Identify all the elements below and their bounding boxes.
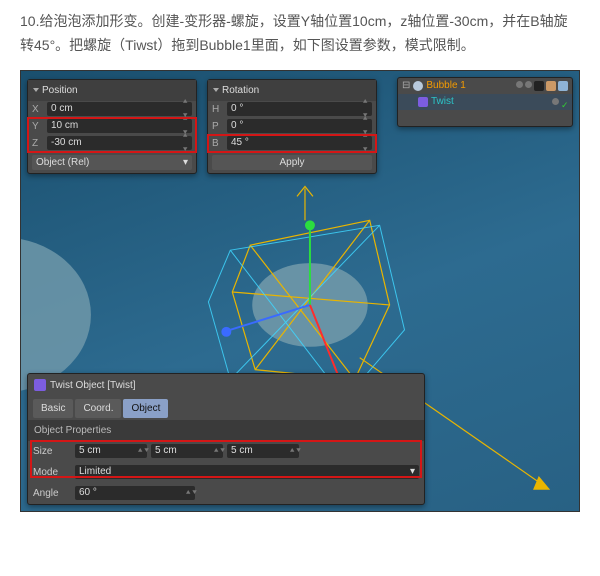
tag-icon[interactable] [558,81,568,91]
apply-button[interactable]: Apply [212,155,372,170]
h-label: H [212,101,224,118]
panel-title: Twist Object [Twist] [50,377,136,394]
rot-h-field[interactable]: 0 °⯅⯆ [227,102,372,116]
rotation-panel: Rotation H0 °⯅⯆ P0 °⯅⯆ B45 °⯅⯆ Apply [207,79,377,174]
twist-attributes-panel: Twist Object [Twist] Basic Coord. Object… [27,373,425,505]
size-x-field[interactable]: 5 cm⯅⯆ [75,444,147,458]
hierarchy-collapse-icon[interactable]: ⊟ [402,77,410,94]
section-header: Object Properties [28,420,424,441]
y-label: Y [32,118,44,135]
layer-dot-icon[interactable] [525,81,532,88]
b-label: B [212,135,224,152]
layer-dot-icon[interactable] [552,98,559,105]
rot-p-field[interactable]: 0 °⯅⯆ [227,119,372,133]
chevron-down-icon: ▾ [410,465,415,479]
spinner-icon[interactable]: ⯅⯆ [182,129,188,157]
angle-label: Angle [33,485,71,502]
frame-dropdown[interactable]: Object (Rel)▾ [32,155,192,170]
layer-dot-icon[interactable] [516,81,523,88]
collapse-icon[interactable] [33,88,39,92]
tab-coord[interactable]: Coord. [75,399,121,418]
twist-header: Twist Object [Twist] [28,374,424,397]
tag-icon[interactable] [534,81,544,91]
om-row-twist[interactable]: Twist ✓ [398,94,572,110]
tag-icon[interactable] [546,81,556,91]
position-title: Position [42,82,78,99]
collapse-icon[interactable] [213,88,219,92]
mode-label: Mode [33,464,71,481]
z-label: Z [32,135,44,152]
object-manager: ⊟ Bubble 1 Twist ✓ [397,77,573,127]
pos-z-field[interactable]: -30 cm⯅⯆ [47,136,192,150]
om-item-label: Twist [431,93,454,110]
spinner-icon[interactable]: ⯅⯆ [362,129,368,157]
x-label: X [32,101,44,118]
tab-basic[interactable]: Basic [33,399,73,418]
size-y-field[interactable]: 5 cm⯅⯆ [151,444,223,458]
instruction-text: 10.给泡泡添加形变。创建-变形器-螺旋，设置Y轴位置10cm，z轴位置-30c… [20,10,580,58]
deformer-icon [418,97,428,107]
om-row-bubble1[interactable]: ⊟ Bubble 1 [398,78,572,94]
tab-object[interactable]: Object [123,399,168,418]
size-label: Size [33,443,71,460]
mode-dropdown[interactable]: Limited▾ [75,465,419,479]
null-icon [413,81,423,91]
pos-x-field[interactable]: 0 cm⯅⯆ [47,102,192,116]
chevron-down-icon: ▾ [183,155,188,170]
om-item-label: Bubble 1 [426,77,465,94]
rotation-title: Rotation [222,82,259,99]
pos-y-field[interactable]: 10 cm⯅⯆ [47,119,192,133]
enable-check-icon[interactable]: ✓ [561,98,568,105]
size-z-field[interactable]: 5 cm⯅⯆ [227,444,299,458]
rot-b-field[interactable]: 45 °⯅⯆ [227,136,372,150]
position-panel: Position X0 cm⯅⯆ Y10 cm⯅⯆ Z-30 cm⯅⯆ Obje… [27,79,197,174]
deformer-icon [34,379,46,391]
p-label: P [212,118,224,135]
angle-field[interactable]: 60 °⯅⯆ [75,486,195,500]
rotation-header[interactable]: Rotation [208,80,376,101]
position-header[interactable]: Position [28,80,196,101]
screenshot: Position X0 cm⯅⯆ Y10 cm⯅⯆ Z-30 cm⯅⯆ Obje… [20,70,580,512]
